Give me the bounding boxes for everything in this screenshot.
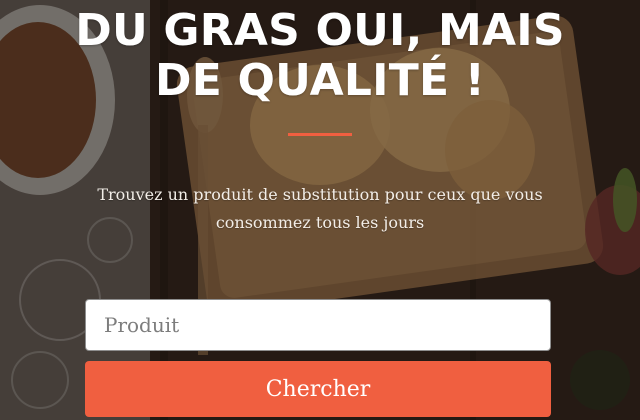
search-input[interactable] <box>85 299 551 351</box>
hero-section: DU GRAS OUI, MAIS DE QUALITÉ ! Trouvez u… <box>0 0 640 420</box>
hero-subtitle: Trouvez un produit de substitution pour … <box>97 185 543 232</box>
search-button[interactable]: Chercher <box>85 361 551 417</box>
title-divider <box>288 133 352 136</box>
hero-title: DU GRAS OUI, MAIS DE QUALITÉ ! <box>75 5 565 106</box>
search-form: Chercher <box>85 299 551 417</box>
